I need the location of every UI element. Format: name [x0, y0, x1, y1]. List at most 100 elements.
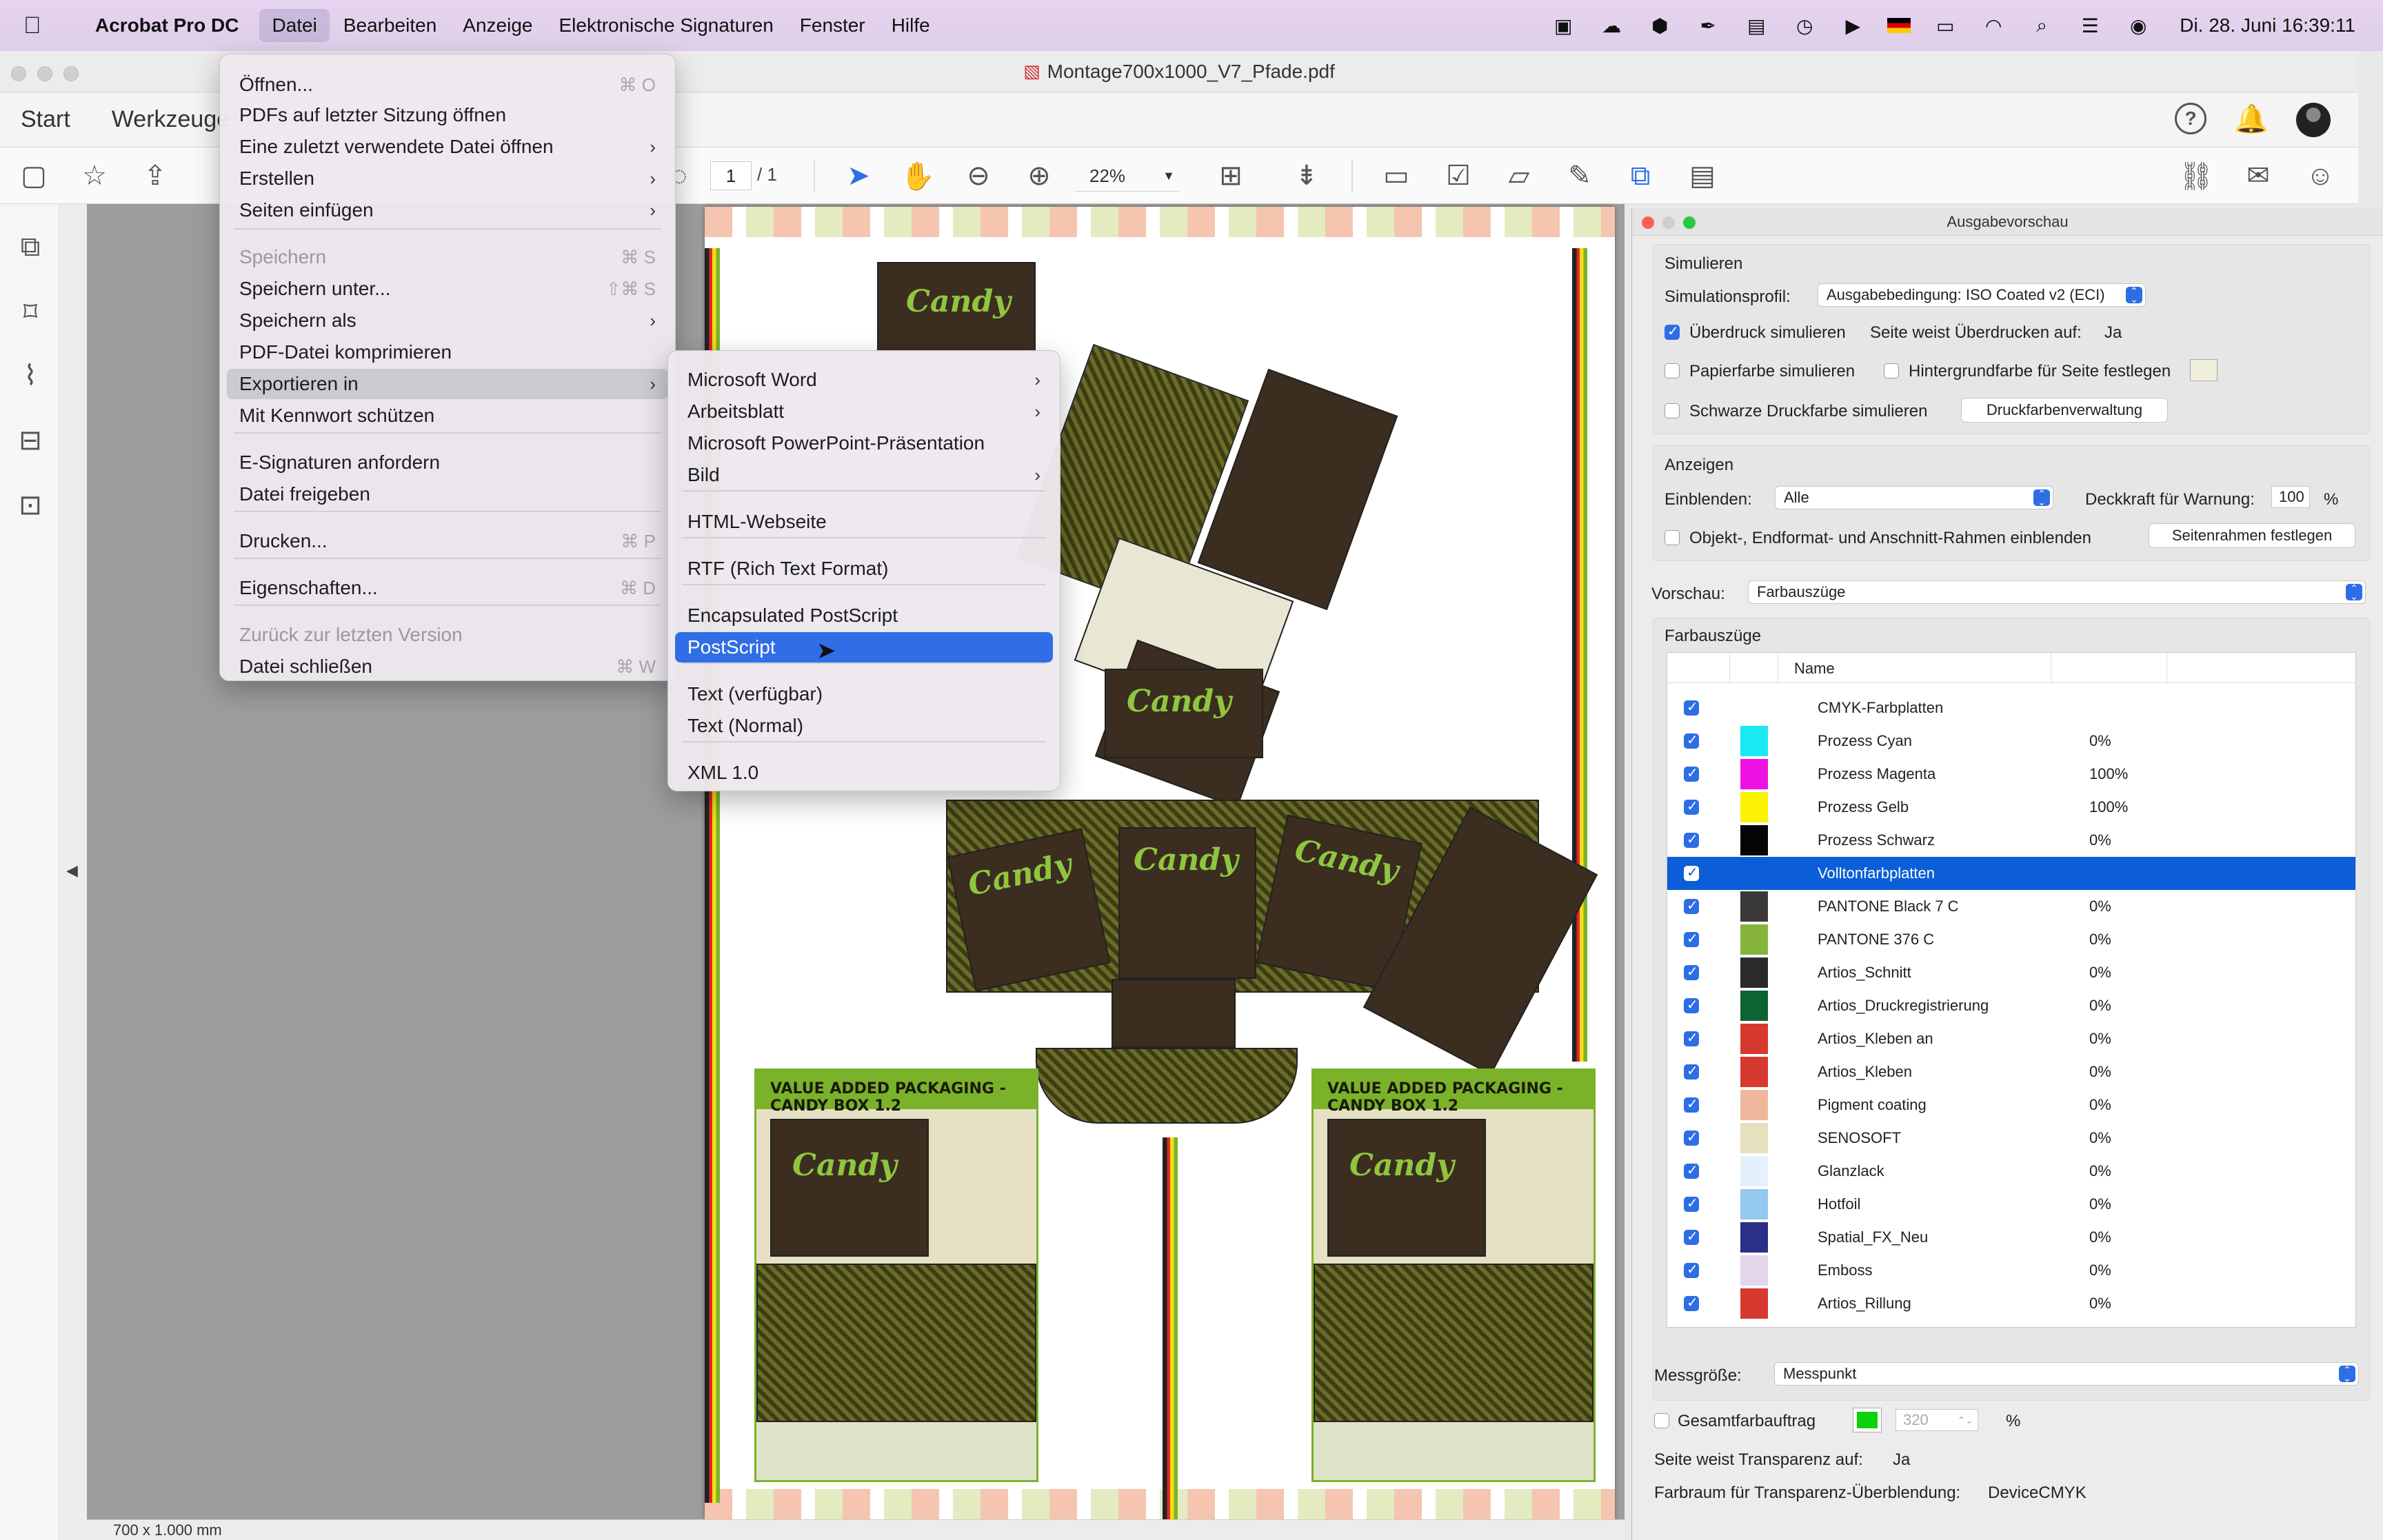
hand-tool-icon[interactable]: ✋: [901, 159, 935, 193]
export-menu-item-xml-1-0[interactable]: XML 1.0: [675, 758, 1053, 788]
separation-checkbox[interactable]: [1684, 897, 1699, 914]
datei-menu-item-mit-kennwort-schützen[interactable]: Mit Kennwort schützen: [227, 401, 668, 431]
export-menu-item-text-normal[interactable]: Text (Normal): [675, 711, 1053, 741]
separation-checkbox[interactable]: [1684, 1062, 1699, 1080]
panel-close-button[interactable]: [1642, 216, 1654, 229]
separation-checkbox[interactable]: [1684, 731, 1699, 749]
export-menu-item-postscript[interactable]: PostScript: [675, 632, 1053, 662]
bg-color-checkbox[interactable]: [1884, 363, 1899, 378]
separation-row[interactable]: Artios_Kleben an 0%: [1667, 1022, 2355, 1055]
export-menu-item-bild[interactable]: Bild ›: [675, 460, 1053, 490]
separation-row[interactable]: Gesamtfarbauftrag200%: [1667, 1320, 2355, 1327]
separation-row[interactable]: PANTONE Black 7 C 0%: [1667, 890, 2355, 923]
separation-row[interactable]: Emboss 0%: [1667, 1254, 2355, 1287]
panel-minimize-button[interactable]: [1662, 216, 1675, 229]
document-edit-icon[interactable]: ▤: [1685, 159, 1720, 193]
datei-menu-item-öffnen[interactable]: Öffnen... ⌘ O: [227, 70, 668, 100]
menu-fenster[interactable]: Fenster: [787, 9, 878, 42]
highlight-pen-icon[interactable]: ✎: [1562, 159, 1597, 193]
separation-checkbox[interactable]: [1684, 1261, 1699, 1278]
menu-hilfe[interactable]: Hilfe: [879, 9, 943, 42]
clock[interactable]: Di. 28. Juni 16:39:11: [2180, 14, 2355, 37]
paper-color-checkbox[interactable]: [1665, 363, 1680, 378]
select-arrow-icon[interactable]: ➤: [841, 159, 876, 193]
datei-menu-item-pdf-datei-komprimieren[interactable]: PDF-Datei komprimieren: [227, 337, 668, 367]
separation-checkbox[interactable]: [1684, 1029, 1699, 1046]
separation-checkbox[interactable]: [1684, 1128, 1699, 1146]
add-user-icon[interactable]: ☺: [2303, 159, 2337, 193]
bg-color-swatch[interactable]: [2190, 359, 2218, 381]
separation-row[interactable]: Volltonfarbplatten: [1667, 857, 2355, 890]
separation-row[interactable]: Prozess Magenta 100%: [1667, 758, 2355, 791]
simulation-profile-select[interactable]: Ausgabebedingung: ISO Coated v2 (ECI) ⌃ ⌄: [1818, 283, 2146, 307]
minimize-window-button[interactable]: [37, 66, 52, 81]
export-menu-item-encapsulated-postscript[interactable]: Encapsulated PostScript: [675, 600, 1053, 631]
zoom-window-button[interactable]: [63, 66, 79, 81]
separation-row[interactable]: Artios_Druckregistrierung 0%: [1667, 989, 2355, 1022]
notifications-bell-icon[interactable]: 🔔: [2234, 103, 2269, 137]
export-menu-item-arbeitsblatt[interactable]: Arbeitsblatt ›: [675, 396, 1053, 427]
app-name-menu[interactable]: Acrobat Pro DC: [95, 14, 239, 37]
export-menu-item-text-verfügbar[interactable]: Text (verfügbar): [675, 679, 1053, 709]
spotlight-search-icon[interactable]: ⌕: [2028, 14, 2055, 37]
separation-checkbox[interactable]: [1684, 798, 1699, 815]
output-preview-icon[interactable]: ⧉: [1623, 159, 1658, 193]
datei-menu-item-speichern-unter[interactable]: Speichern unter... ⇧⌘ S: [227, 274, 668, 304]
attachments-paperclip-icon[interactable]: ⌇: [15, 360, 46, 391]
creative-cloud-icon[interactable]: ☁: [1598, 14, 1625, 37]
datei-menu-item-eine-zuletzt-verwendete-datei-öffnen[interactable]: Eine zuletzt verwendete Datei öffnen ›: [227, 132, 668, 162]
separation-checkbox[interactable]: [1684, 698, 1699, 716]
measure-ruler-icon[interactable]: ▭: [1379, 159, 1414, 193]
comment-icon[interactable]: ▱: [1502, 159, 1536, 193]
page-frames-button[interactable]: Seitenrahmen festlegen: [2149, 523, 2355, 548]
coverage-color-swatch[interactable]: [1853, 1408, 1882, 1432]
control-center-icon[interactable]: ☰: [2076, 14, 2104, 37]
bookmarks-icon[interactable]: ⌑: [15, 296, 46, 327]
separation-checkbox[interactable]: [1684, 963, 1699, 980]
menu-datei[interactable]: Datei: [259, 9, 330, 42]
separation-row[interactable]: Pigment coating 0%: [1667, 1088, 2355, 1122]
sample-size-select[interactable]: Messpunkt ⌃ ⌄: [1774, 1362, 2359, 1386]
separation-row[interactable]: CMYK-Farbplatten: [1667, 691, 2355, 725]
email-icon[interactable]: ✉: [2241, 159, 2275, 193]
show-select[interactable]: Alle ⌃ ⌄: [1775, 486, 2053, 509]
frames-checkbox[interactable]: [1665, 530, 1680, 545]
separation-row[interactable]: Spatial_FX_Neu 0%: [1667, 1221, 2355, 1254]
menu-anzeige[interactable]: Anzeige: [450, 9, 545, 42]
menu-bearbeiten[interactable]: Bearbeiten: [331, 9, 449, 42]
overprint-checkbox[interactable]: [1665, 323, 1680, 340]
opacity-input[interactable]: 100: [2271, 486, 2310, 508]
separation-row[interactable]: SENOSOFT 0%: [1667, 1122, 2355, 1155]
avatar[interactable]: [2296, 102, 2331, 137]
apple-icon[interactable]: : [23, 12, 61, 39]
total-coverage-checkbox[interactable]: [1654, 1413, 1669, 1428]
german-flag-icon[interactable]: [1887, 18, 1911, 33]
datei-menu-item-datei-schließen[interactable]: Datei schließen ⌘ W: [227, 651, 668, 682]
zoom-out-icon[interactable]: ⊖: [961, 159, 996, 193]
separation-checkbox[interactable]: [1684, 1095, 1699, 1113]
separation-checkbox[interactable]: [1684, 1228, 1699, 1245]
datei-menu-item-exportieren-in[interactable]: Exportieren in ›: [227, 369, 668, 399]
share-link-icon[interactable]: ⛓: [2179, 159, 2214, 193]
help-icon[interactable]: ?: [2175, 102, 2207, 134]
export-menu-item-microsoft-powerpoint-präsentation[interactable]: Microsoft PowerPoint-Präsentation: [675, 428, 1053, 458]
menu-signaturen[interactable]: Elektronische Signaturen: [546, 9, 785, 42]
bbedit-icon[interactable]: ▣: [1549, 14, 1577, 37]
layers-icon[interactable]: ⊟: [15, 425, 46, 456]
separation-row[interactable]: Prozess Schwarz 0%: [1667, 824, 2355, 857]
datei-menu-item-drucken[interactable]: Drucken... ⌘ P: [227, 526, 668, 556]
zoom-in-icon[interactable]: ⊕: [1022, 159, 1056, 193]
separation-row[interactable]: Artios_Rillung 0%: [1667, 1287, 2355, 1320]
datei-menu-item-erstellen[interactable]: Erstellen ›: [227, 163, 668, 194]
separation-checkbox[interactable]: [1684, 1294, 1699, 1311]
stamp-check-icon[interactable]: ☑: [1441, 159, 1476, 193]
black-ink-checkbox[interactable]: [1665, 403, 1680, 418]
separation-checkbox[interactable]: [1684, 831, 1699, 848]
bookmark-star-icon[interactable]: ☆: [77, 159, 112, 193]
siri-icon[interactable]: ◉: [2124, 14, 2152, 37]
separation-checkbox[interactable]: [1684, 1195, 1699, 1212]
separation-row[interactable]: PANTONE 376 C 0%: [1667, 923, 2355, 956]
cloud-upload-icon[interactable]: ⇪: [138, 159, 172, 193]
battery-icon[interactable]: ▭: [1931, 14, 1959, 37]
zoom-select[interactable]: 22% ▼: [1076, 161, 1179, 192]
